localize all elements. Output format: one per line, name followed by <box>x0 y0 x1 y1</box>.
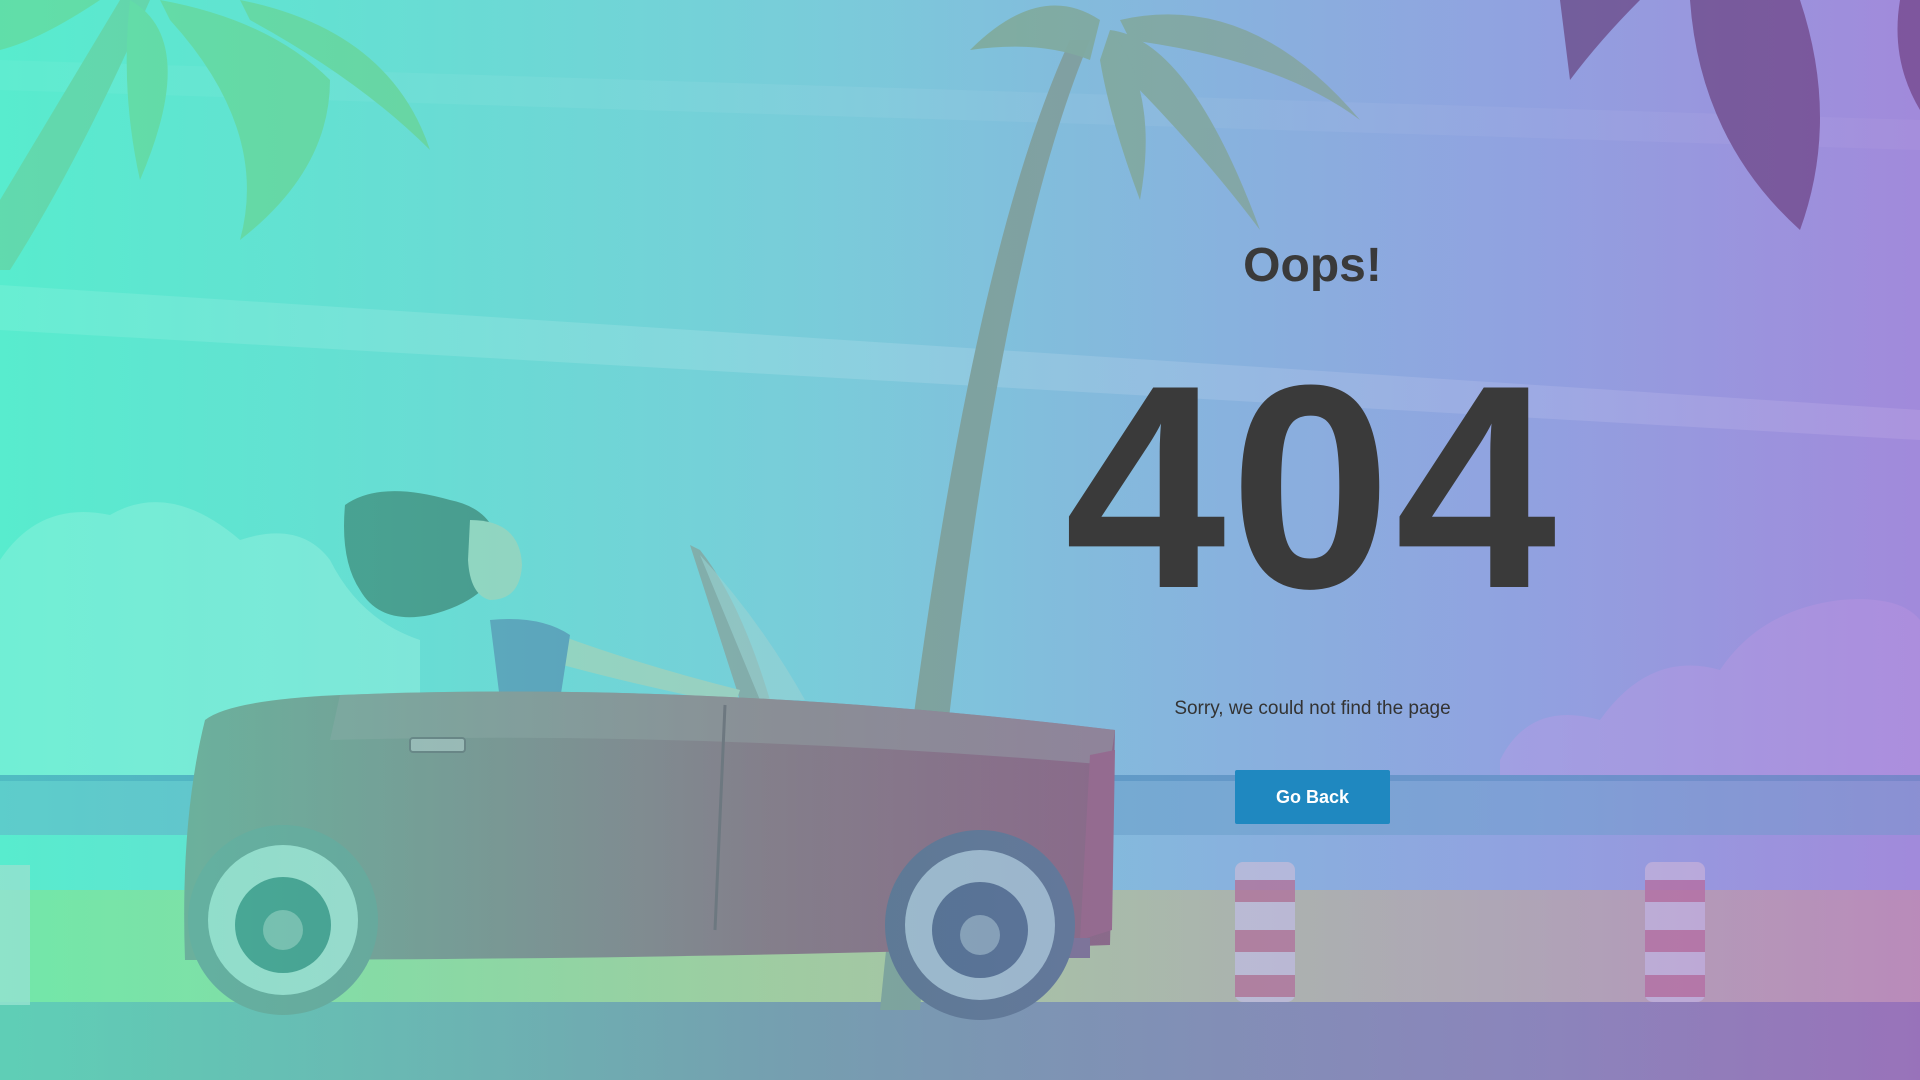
error-code: 404 <box>1064 325 1561 649</box>
background-illustration <box>0 0 1920 1080</box>
error-heading: Oops! <box>1243 239 1382 292</box>
go-back-button[interactable]: Go Back <box>1235 770 1390 824</box>
error-message: Sorry, we could not find the page <box>1174 698 1451 719</box>
